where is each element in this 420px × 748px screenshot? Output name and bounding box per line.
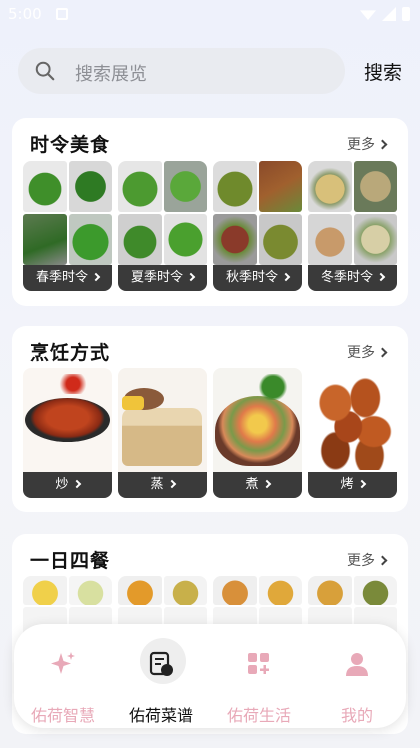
cooking-tile-roast[interactable]: 烤 [308,368,397,498]
nav-label: 佑荷生活 [226,706,291,725]
tile-label-text: 蒸 [150,477,164,492]
chevron-right-icon [357,479,366,489]
tile-label: 煮 [213,472,302,498]
food-image [215,396,300,466]
food-image [122,408,202,466]
nav-item-life[interactable]: 佑荷生活 [210,644,308,726]
bottom-nav: 佑荷智慧 佑荷菜谱 佑荷生活 我的 [14,624,406,728]
cooking-tile-stirfry[interactable]: 炒 [23,368,112,498]
signal-icon [382,7,396,21]
chevron-right-icon [72,479,81,489]
food-image [23,161,112,265]
chevron-right-icon [376,272,386,282]
seasonal-tile-autumn[interactable]: 秋季时令 [213,161,302,291]
more-label: 更多 [347,553,375,569]
tile-label-text: 春季时令 [35,270,88,285]
chevron-right-icon [377,139,388,150]
search-button[interactable]: 搜索 [364,58,402,85]
food-image [310,374,395,470]
sparkle-icon [51,652,75,674]
chevron-right-icon [262,479,271,489]
section-title: 烹饪方式 [30,342,111,364]
food-image [25,398,110,442]
cooking-section: 烹饪方式 更多 炒 蒸 煮 烤 [12,326,408,512]
seasonal-tile-winter[interactable]: 冬季时令 [308,161,397,291]
more-link[interactable]: 更多 [347,134,388,154]
tile-label-text: 夏季时令 [130,270,183,285]
apps-plus-icon [248,653,269,674]
nav-item-me[interactable]: 我的 [308,644,406,726]
section-title: 一日四餐 [30,550,111,572]
tile-label-text: 秋季时令 [225,270,278,285]
nav-label: 我的 [340,706,373,725]
chevron-right-icon [281,272,291,282]
chevron-right-icon [186,272,196,282]
nav-item-recipes[interactable]: 佑荷菜谱 [112,644,210,726]
nav-label: 佑荷智慧 [30,706,95,725]
seasonal-tile-spring[interactable]: 春季时令 [23,161,112,291]
tile-label: 春季时令 [23,265,112,291]
decoration [122,396,144,410]
search-input[interactable]: 搜索展览 [18,48,345,94]
food-image [213,161,302,265]
chevron-right-icon [377,347,388,358]
status-bar: 5:00 [0,0,420,30]
decoration [53,374,93,394]
tile-label-text: 冬季时令 [320,270,373,285]
status-icons [360,7,410,21]
recipe-book-icon [149,651,173,676]
cooking-tile-steam[interactable]: 蒸 [118,368,207,498]
notification-icon [56,8,68,20]
nav-label: 佑荷菜谱 [128,706,193,725]
more-label: 更多 [347,345,375,361]
chevron-right-icon [377,555,388,566]
tile-label: 炒 [23,472,112,498]
seasonal-section: 时令美食 更多 春季时令 夏季时令 秋季时令 冬季时令 [12,118,408,306]
seasonal-tile-summer[interactable]: 夏季时令 [118,161,207,291]
chevron-right-icon [167,479,176,489]
battery-icon [402,7,410,21]
cooking-tile-boil[interactable]: 煮 [213,368,302,498]
tile-label: 冬季时令 [308,265,397,291]
search-placeholder: 搜索展览 [75,64,147,85]
status-time: 5:00 [8,5,42,23]
more-link[interactable]: 更多 [347,550,388,570]
search-row: 搜索展览 搜索 [18,48,408,94]
search-icon [35,61,55,81]
decoration [253,374,293,400]
tile-label-text: 烤 [340,477,354,492]
section-title: 时令美食 [30,134,111,156]
person-icon [346,653,368,676]
food-image [308,161,397,265]
more-label: 更多 [347,137,375,153]
tile-label-text: 炒 [55,477,69,492]
tile-label: 夏季时令 [118,265,207,291]
more-link[interactable]: 更多 [347,342,388,362]
food-image [118,161,207,265]
tile-label-text: 煮 [245,477,259,492]
nav-item-wisdom[interactable]: 佑荷智慧 [14,644,112,726]
tile-label: 烤 [308,472,397,498]
chevron-right-icon [91,272,101,282]
wifi-icon [360,10,376,20]
tile-label: 秋季时令 [213,265,302,291]
tile-label: 蒸 [118,472,207,498]
